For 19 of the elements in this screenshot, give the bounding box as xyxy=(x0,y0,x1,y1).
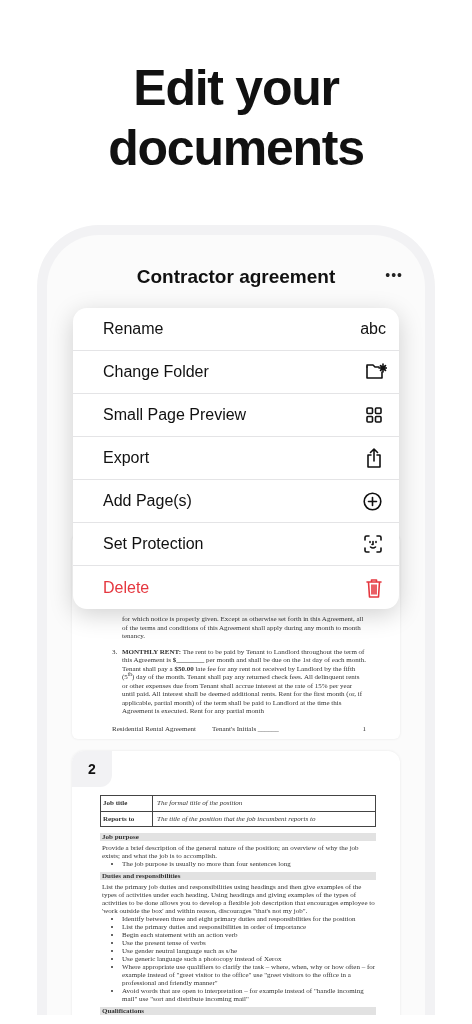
page-number: 2 xyxy=(72,750,112,787)
grid-icon xyxy=(366,407,382,423)
menu-item[interactable]: Delete xyxy=(73,566,399,609)
face-scan-icon xyxy=(364,535,382,553)
folder-settings-icon xyxy=(365,363,387,381)
headline: Edit your documents xyxy=(107,59,365,178)
document-page[interactable] xyxy=(72,750,400,1015)
menu-item[interactable]: Add Page(s) xyxy=(73,480,399,523)
trailing-text: abc xyxy=(360,319,386,339)
trash-icon xyxy=(366,577,382,598)
menu-item[interactable]: Change Folder xyxy=(73,351,399,394)
add-circle-icon xyxy=(363,491,382,511)
menu-item[interactable]: Rename abc xyxy=(73,308,399,351)
share-icon xyxy=(366,448,382,468)
menu-item[interactable]: Small Page Preview xyxy=(73,394,399,437)
menu-item[interactable]: Export xyxy=(73,437,399,480)
document-title: Contractor agreement xyxy=(136,265,336,290)
menu-item[interactable]: Set Protection xyxy=(73,523,399,566)
more-button[interactable]: ••• xyxy=(385,265,403,285)
